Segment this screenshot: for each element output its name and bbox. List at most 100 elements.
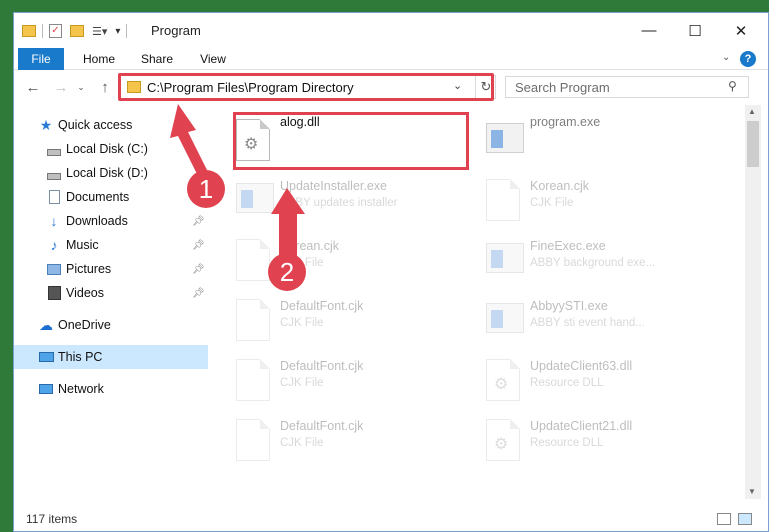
sidebar-item-videos[interactable]: Videos 📌︎ (14, 281, 208, 305)
recent-locations-button[interactable]: ⌄ (74, 77, 88, 97)
sidebar-item-documents[interactable]: Documents (14, 185, 208, 209)
file-item[interactable]: Korean.cjk CJK File (464, 169, 714, 227)
separator (42, 24, 43, 38)
file-name: program.exe (530, 115, 601, 129)
file-name: AbbyySTI.exe (530, 299, 608, 313)
sidebar-item-label: Documents (66, 190, 130, 204)
window-title: Program (151, 23, 201, 38)
tab-view[interactable]: View (190, 48, 236, 70)
file-name: Korean.cjk (280, 239, 340, 253)
file-item[interactable]: AbbyySTI.exe ABBY sti event hand... (464, 289, 714, 347)
address-highlight (118, 73, 494, 101)
file-item[interactable]: ⚙ UpdateClient63.dll Resource DLL (464, 349, 714, 407)
file-item[interactable]: Korean.cjk CJK File (214, 229, 464, 287)
exe-icon (486, 119, 524, 161)
drive-icon (46, 141, 62, 157)
scrollbar-thumb[interactable] (747, 121, 759, 167)
file-name: DefaultFont.cjk (280, 419, 364, 433)
sidebar-item-label: Local Disk (C:) (66, 142, 148, 156)
sidebar-item-label: This PC (58, 350, 103, 364)
download-icon: ↓ (50, 213, 58, 229)
navigation-bar: ← → ⌄ ↑ C:\Program Files\Program Directo… (14, 71, 768, 103)
search-input[interactable] (506, 77, 716, 97)
customize-icon[interactable]: ☰▾ (92, 25, 107, 38)
documents-icon (46, 189, 62, 205)
file-name: Korean.cjk (530, 179, 590, 193)
new-folder-icon[interactable] (70, 25, 84, 37)
drive-icon (46, 165, 62, 181)
pin-icon[interactable]: 📌︎ (192, 216, 205, 227)
details-view-icon[interactable] (717, 513, 731, 525)
properties-icon[interactable]: ✓ (49, 24, 62, 38)
file-description: Resource DLL (530, 437, 604, 449)
sidebar-item-network[interactable]: Network (14, 377, 208, 401)
sidebar-item-local-disk-c[interactable]: Local Disk (C:) (14, 137, 208, 161)
separator (126, 24, 128, 38)
folder-icon[interactable] (22, 25, 36, 37)
file-description: ABBY updates installer (280, 197, 398, 209)
pictures-icon (46, 261, 62, 277)
sidebar-item-downloads[interactable]: ↓ Downloads 📌︎ (14, 209, 208, 233)
large-icons-view-icon[interactable] (738, 513, 752, 525)
exe-icon (236, 179, 274, 221)
sidebar-item-label: Local Disk (D:) (66, 166, 148, 180)
forward-button[interactable]: → (50, 77, 72, 97)
quick-access-toolbar: ✓ ☰▾ ▾ (22, 22, 133, 40)
search-icon[interactable]: ⚲ (728, 79, 737, 93)
file-item[interactable]: DefaultFont.cjk CJK File (214, 349, 464, 407)
ribbon-tabs: File Home Share View ⌄ ? (14, 48, 768, 70)
chevron-down-icon[interactable]: ⌄ (722, 52, 730, 63)
tab-share[interactable]: Share (132, 48, 182, 70)
help-icon[interactable]: ? (740, 51, 756, 67)
tab-file[interactable]: File (18, 48, 64, 70)
sidebar-item-music[interactable]: ♪ Music 📌︎ (14, 233, 208, 257)
title-bar: ✓ ☰▾ ▾ Program — ☐ ✕ (14, 13, 768, 48)
file-description: Resource DLL (530, 377, 604, 389)
explorer-window: ✓ ☰▾ ▾ Program — ☐ ✕ File Home Share Vie… (13, 12, 769, 532)
pin-icon[interactable]: 📌︎ (192, 288, 205, 299)
sidebar-item-label: Videos (66, 286, 104, 300)
minimize-button[interactable]: — (626, 13, 672, 48)
computer-icon (38, 349, 54, 365)
cloud-icon: ☁ (39, 316, 53, 333)
sidebar-item-local-disk-d[interactable]: Local Disk (D:) (14, 161, 208, 185)
dll-icon: ⚙ (486, 419, 520, 461)
sidebar-item-label: Quick access (58, 118, 133, 132)
pin-icon[interactable]: 📌︎ (192, 240, 205, 251)
file-item[interactable]: program.exe (464, 109, 714, 167)
file-item[interactable]: UpdateInstaller.exe ABBY updates install… (214, 169, 464, 227)
file-item[interactable]: DefaultFont.cjk CJK File (214, 409, 464, 467)
vertical-scrollbar[interactable]: ▲ ▼ (745, 105, 761, 499)
sidebar-item-label: Network (58, 382, 104, 396)
file-icon (236, 299, 270, 341)
file-name: FineExec.exe (530, 239, 606, 253)
search-box[interactable]: ⚲ (505, 76, 749, 98)
file-item[interactable]: FineExec.exe ABBY background exe... (464, 229, 714, 287)
file-name: UpdateClient63.dll (530, 359, 633, 373)
back-button[interactable]: ← (22, 77, 44, 97)
sidebar-item-quick-access[interactable]: ★ Quick access (14, 113, 208, 137)
music-icon: ♪ (50, 237, 58, 253)
sidebar-item-this-pc[interactable]: This PC (14, 345, 208, 369)
file-name: DefaultFont.cjk (280, 299, 364, 313)
item-count: 117 items (26, 512, 78, 526)
file-item[interactable]: DefaultFont.cjk CJK File (214, 289, 464, 347)
close-button[interactable]: ✕ (718, 13, 764, 48)
exe-icon (486, 239, 524, 281)
file-icon (236, 239, 270, 281)
up-button[interactable]: ↑ (94, 77, 116, 97)
file-description: ABBY background exe... (530, 257, 656, 269)
scroll-down-icon[interactable]: ▼ (748, 487, 756, 496)
selected-file-highlight (233, 112, 469, 170)
file-icon (486, 179, 520, 221)
sidebar-item-onedrive[interactable]: ☁ OneDrive (14, 313, 208, 337)
file-item[interactable]: ⚙ UpdateClient21.dll Resource DLL (464, 409, 714, 467)
scroll-up-icon[interactable]: ▲ (748, 107, 756, 116)
file-description: ABBY sti event hand... (530, 317, 645, 329)
sidebar-item-pictures[interactable]: Pictures 📌︎ (14, 257, 208, 281)
tab-home[interactable]: Home (74, 48, 124, 70)
chevron-down-icon[interactable]: ▾ (115, 26, 120, 37)
maximize-button[interactable]: ☐ (672, 13, 718, 48)
pin-icon[interactable]: 📌︎ (192, 264, 205, 275)
file-name: UpdateInstaller.exe (280, 179, 388, 193)
